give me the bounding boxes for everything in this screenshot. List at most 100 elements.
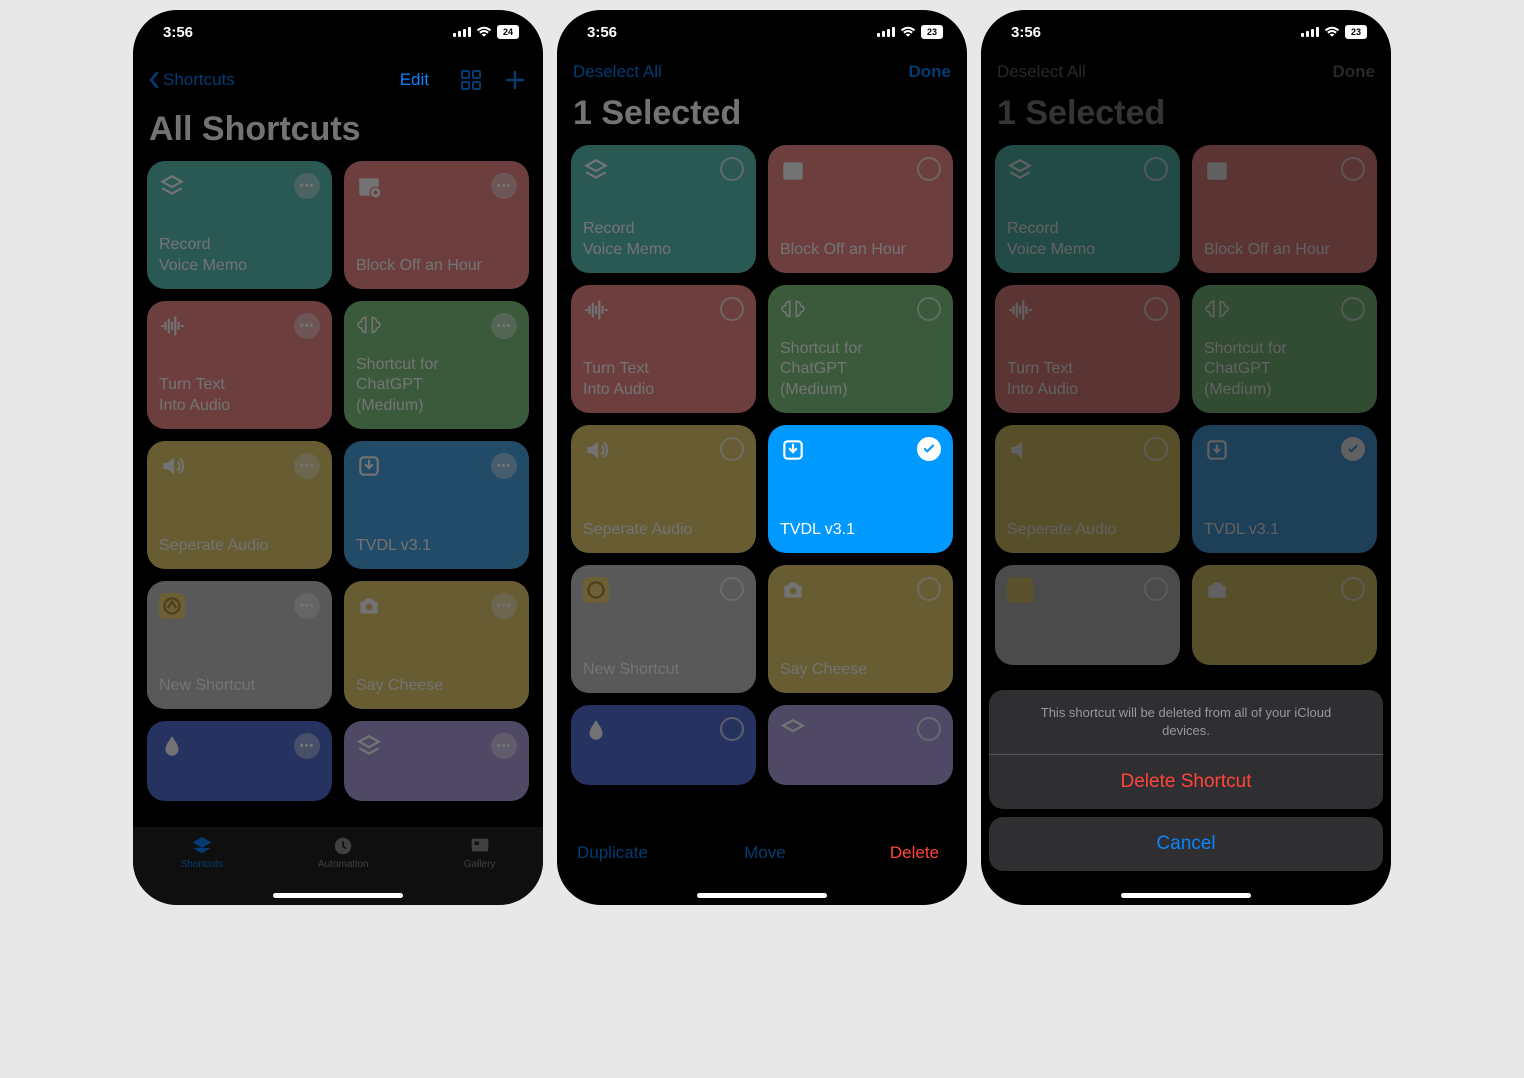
page-title: All Shortcuts	[133, 110, 543, 161]
more-icon[interactable]: •••	[294, 733, 320, 759]
selection-circle	[1144, 297, 1168, 321]
tile-record-voice-memo[interactable]: ••• Record Voice Memo	[147, 161, 332, 289]
layers-icon	[780, 717, 806, 743]
tile-partial-navy[interactable]	[571, 705, 756, 785]
tile-turn-text-audio[interactable]: ••• Turn Text Into Audio	[147, 301, 332, 429]
tab-label: Gallery	[464, 859, 496, 870]
done-button[interactable]: Done	[909, 62, 952, 82]
selection-circle	[1144, 577, 1168, 601]
tile-tvdl-selected[interactable]: TVDL v3.1	[768, 425, 953, 553]
camera-icon	[1204, 577, 1230, 603]
more-icon[interactable]: •••	[491, 173, 517, 199]
wifi-icon	[1324, 26, 1340, 38]
clock: 3:56	[587, 24, 617, 41]
speaker-icon	[1007, 437, 1033, 463]
done-button: Done	[1333, 62, 1376, 82]
tile-record-voice-memo[interactable]: Record Voice Memo	[571, 145, 756, 273]
speaker-icon	[159, 453, 185, 479]
tile-partial-purple[interactable]	[768, 705, 953, 785]
battery-icon: 23	[1345, 25, 1367, 39]
home-indicator[interactable]	[1121, 893, 1251, 898]
tab-gallery[interactable]: Gallery	[464, 835, 496, 870]
selection-circle[interactable]	[720, 717, 744, 741]
page-title: 1 Selected	[557, 94, 967, 145]
calendar-plus-icon	[780, 157, 806, 183]
nav-bar: Shortcuts Edit	[133, 54, 543, 110]
tile-title: Turn Text Into Audio	[159, 375, 320, 417]
tile-tvdl[interactable]: ••• TVDL v3.1	[344, 441, 529, 569]
selection-circle[interactable]	[720, 297, 744, 321]
tile-block-off-hour[interactable]: ••• Block Off an Hour	[344, 161, 529, 289]
edit-button[interactable]: Edit	[390, 62, 439, 98]
drop-icon	[159, 733, 185, 759]
layers-icon	[1007, 157, 1033, 183]
tab-label: Automation	[318, 859, 369, 870]
tab-shortcuts[interactable]: Shortcuts	[181, 835, 223, 870]
battery-icon: 23	[921, 25, 943, 39]
tile-say-cheese[interactable]: ••• Say Cheese	[344, 581, 529, 709]
back-button[interactable]: Shortcuts	[149, 70, 235, 90]
selection-circle[interactable]	[917, 297, 941, 321]
deselect-all-button[interactable]: Deselect All	[573, 62, 662, 82]
tile-chatgpt[interactable]: ••• Shortcut for ChatGPT (Medium)	[344, 301, 529, 429]
tile-title: Block Off an Hour	[356, 256, 517, 277]
action-sheet: This shortcut will be deleted from all o…	[981, 682, 1391, 905]
tile-partial-navy[interactable]: •••	[147, 721, 332, 801]
selection-circle-checked[interactable]	[917, 437, 941, 461]
camera-icon	[780, 577, 806, 603]
more-icon[interactable]: •••	[491, 453, 517, 479]
more-icon[interactable]: •••	[294, 173, 320, 199]
cancel-button[interactable]: Cancel	[989, 817, 1383, 871]
screen-1-all-shortcuts: 3:56 24 Shortcuts Edit All Shortcuts •••…	[133, 10, 543, 905]
brain-icon	[356, 313, 382, 339]
more-icon[interactable]: •••	[294, 593, 320, 619]
chevron-left-icon	[149, 71, 159, 89]
more-icon[interactable]: •••	[294, 313, 320, 339]
tile-title: Record Voice Memo	[583, 219, 744, 261]
selection-circle[interactable]	[917, 157, 941, 181]
clock: 3:56	[1011, 24, 1041, 41]
delete-button[interactable]: Delete	[882, 833, 947, 873]
add-icon[interactable]	[503, 68, 527, 92]
tile-chatgpt[interactable]: Shortcut for ChatGPT (Medium)	[768, 285, 953, 413]
selection-circle[interactable]	[720, 577, 744, 601]
tile-title: Seperate Audio	[583, 520, 744, 541]
selection-circle[interactable]	[917, 717, 941, 741]
wifi-icon	[476, 26, 492, 38]
layers-icon	[159, 173, 185, 199]
wifi-icon	[900, 26, 916, 38]
tile-block-off-hour[interactable]: Block Off an Hour	[768, 145, 953, 273]
tile-new-shortcut[interactable]: New Shortcut	[571, 565, 756, 693]
home-indicator[interactable]	[273, 893, 403, 898]
tile-partial-purple[interactable]: •••	[344, 721, 529, 801]
grid-view-icon[interactable]	[459, 68, 483, 92]
more-icon[interactable]: •••	[491, 593, 517, 619]
calendar-plus-icon	[1204, 157, 1230, 183]
tile-tvdl-selected: TVDL v3.1	[1192, 425, 1377, 553]
tile-say-cheese[interactable]: Say Cheese	[768, 565, 953, 693]
tile-seperate-audio[interactable]: ••• Seperate Audio	[147, 441, 332, 569]
status-bar: 3:56 24	[133, 10, 543, 54]
tab-label: Shortcuts	[181, 859, 223, 870]
calendar-plus-icon	[356, 173, 382, 199]
more-icon[interactable]: •••	[491, 313, 517, 339]
nav-bar: Deselect All Done	[557, 54, 967, 94]
download-icon	[780, 437, 806, 463]
tab-automation[interactable]: Automation	[318, 835, 369, 870]
selection-circle[interactable]	[720, 157, 744, 181]
duplicate-button[interactable]: Duplicate	[577, 843, 648, 863]
tile-title: Record Voice Memo	[159, 235, 320, 277]
more-icon[interactable]: •••	[294, 453, 320, 479]
delete-shortcut-button[interactable]: Delete Shortcut	[989, 755, 1383, 809]
selection-circle[interactable]	[917, 577, 941, 601]
waveform-icon	[583, 297, 609, 323]
move-button[interactable]: Move	[744, 843, 786, 863]
tile-record-voice-memo: Record Voice Memo	[995, 145, 1180, 273]
tile-new-shortcut[interactable]: ••• New Shortcut	[147, 581, 332, 709]
tile-turn-text-audio[interactable]: Turn Text Into Audio	[571, 285, 756, 413]
status-bar: 3:56 23	[557, 10, 967, 54]
more-icon[interactable]: •••	[491, 733, 517, 759]
home-indicator[interactable]	[697, 893, 827, 898]
tile-seperate-audio[interactable]: Seperate Audio	[571, 425, 756, 553]
selection-circle[interactable]	[720, 437, 744, 461]
